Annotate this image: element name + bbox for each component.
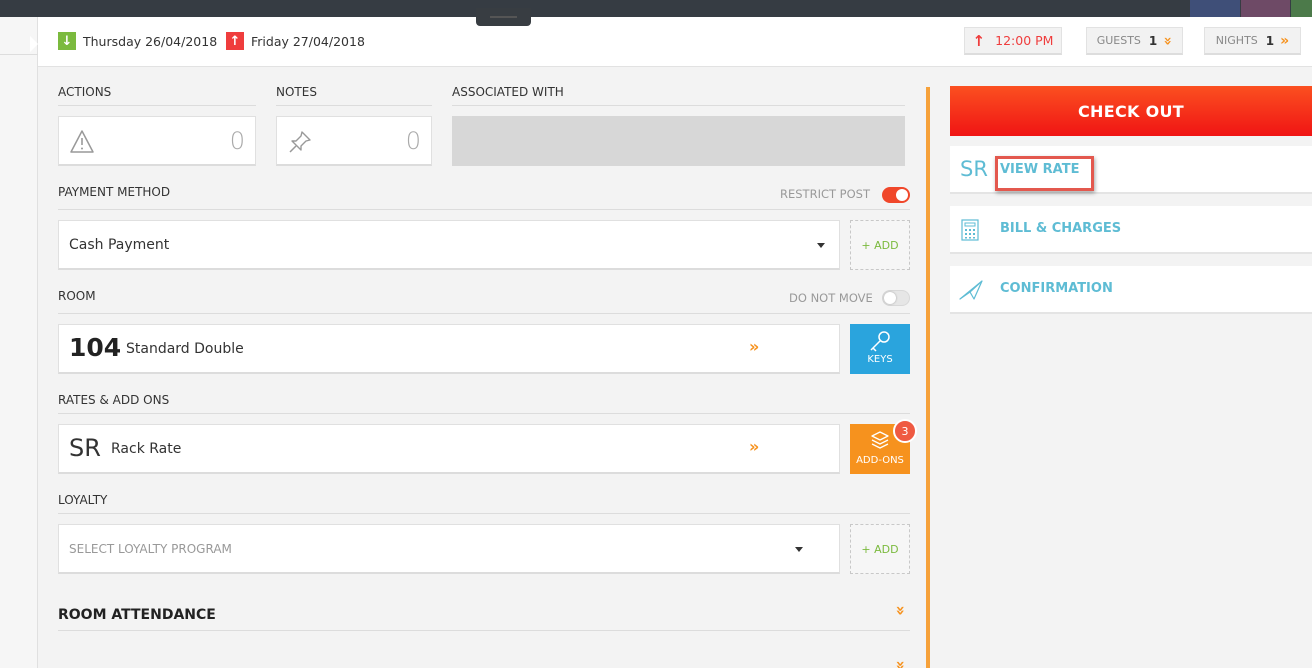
bill-charges-label: BILL & CHARGES (1000, 221, 1122, 236)
chevron-right-icon: » (1280, 32, 1290, 49)
do-not-move-toggle[interactable] (882, 290, 910, 306)
arrival-arrow-icon: ↓ (58, 32, 76, 50)
chevron-down-icon[interactable]: » (892, 605, 911, 615)
arrival-date[interactable]: ↓ Thursday 26/04/2018 (58, 32, 217, 50)
departure-time: 12:00 PM (995, 33, 1054, 48)
restrict-post-label: RESTRICT POST (780, 187, 870, 201)
top-tab-green[interactable] (1291, 0, 1312, 17)
guests-label: GUESTS (1096, 34, 1141, 47)
notes-count: 0 (405, 127, 421, 155)
loyalty-select[interactable]: SELECT LOYALTY PROGRAM (58, 524, 840, 574)
top-tab-purple[interactable] (1241, 0, 1290, 17)
associated-label: ASSOCIATED WITH (452, 85, 564, 99)
departure-date[interactable]: ↑ Friday 27/04/2018 (226, 32, 365, 50)
add-ons-count-badge: 3 (893, 419, 917, 443)
payment-method-label: PAYMENT METHOD (58, 185, 171, 199)
panel-divider (926, 87, 930, 668)
send-icon (959, 280, 983, 300)
rate-card[interactable]: SR Rack Rate » (58, 424, 840, 474)
top-bar (0, 0, 1312, 17)
check-out-button[interactable]: CHECK OUT (950, 86, 1312, 136)
loyalty-placeholder: SELECT LOYALTY PROGRAM (69, 542, 232, 556)
confirmation-item[interactable]: CONFIRMATION (950, 266, 1312, 314)
associated-with-field[interactable] (452, 116, 905, 166)
add-ons-label: ADD-ONS (856, 455, 904, 466)
restrict-post-toggle[interactable] (882, 187, 910, 203)
top-tab-blue[interactable] (1190, 0, 1240, 17)
pin-icon (289, 131, 311, 153)
departure-time-button[interactable]: ↑ 12:00 PM (964, 27, 1062, 55)
chevron-right-icon: » (749, 337, 760, 356)
payment-method-value: Cash Payment (69, 237, 170, 253)
room-type: Standard Double (126, 341, 244, 357)
chevron-down-icon: » (1159, 35, 1176, 46)
rates-label: RATES & ADD ONS (58, 393, 170, 407)
left-strip (0, 17, 38, 668)
rate-name: Rack Rate (111, 441, 182, 457)
guests-button[interactable]: GUESTS 1 » (1086, 27, 1183, 55)
keys-button[interactable]: KEYS (850, 324, 910, 374)
nights-button[interactable]: NIGHTS 1 » (1204, 27, 1301, 55)
departure-date-text: Friday 27/04/2018 (251, 33, 365, 49)
room-attendance-label[interactable]: ROOM ATTENDANCE (58, 607, 216, 623)
actions-label: ACTIONS (58, 85, 112, 99)
key-icon (870, 331, 890, 352)
chevron-right-icon: » (749, 437, 760, 456)
view-rate-highlight-box (995, 156, 1094, 191)
caret-down-icon (817, 243, 825, 248)
actions-count: 0 (229, 127, 245, 155)
calculator-icon (961, 219, 979, 241)
guests-value: 1 (1148, 33, 1158, 48)
room-card[interactable]: 104 Standard Double » (58, 324, 840, 374)
drawer-handle[interactable] (476, 8, 531, 26)
notes-label: NOTES (276, 85, 317, 99)
do-not-move-label: DO NOT MOVE (789, 291, 873, 305)
room-number: 104 (69, 333, 122, 362)
warning-icon (70, 130, 94, 153)
payment-method-select[interactable]: Cash Payment (58, 220, 840, 270)
bill-charges-item[interactable]: BILL & CHARGES (950, 206, 1312, 254)
nights-value: 1 (1265, 33, 1275, 48)
loyalty-label: LOYALTY (58, 493, 108, 507)
room-label: ROOM (58, 289, 96, 303)
dates-notch (30, 36, 38, 52)
add-payment-button[interactable]: + ADD (850, 220, 910, 270)
caret-down-icon (795, 547, 803, 552)
rate-code-badge: SR (960, 157, 988, 181)
add-loyalty-button[interactable]: + ADD (850, 524, 910, 574)
layers-icon (871, 431, 889, 449)
stay-dates-bar: ↓ Thursday 26/04/2018 ↑ Friday 27/04/201… (38, 17, 1312, 67)
confirmation-label: CONFIRMATION (1000, 281, 1113, 296)
time-arrow-icon: ↑ (972, 31, 986, 50)
chevron-down-icon[interactable]: » (892, 660, 911, 668)
notes-card[interactable]: 0 (276, 116, 432, 166)
keys-label: KEYS (867, 354, 893, 365)
arrival-date-text: Thursday 26/04/2018 (83, 33, 218, 49)
nights-label: NIGHTS (1215, 34, 1258, 47)
departure-arrow-icon: ↑ (226, 32, 244, 50)
rate-code: SR (69, 434, 101, 462)
actions-card[interactable]: 0 (58, 116, 256, 166)
